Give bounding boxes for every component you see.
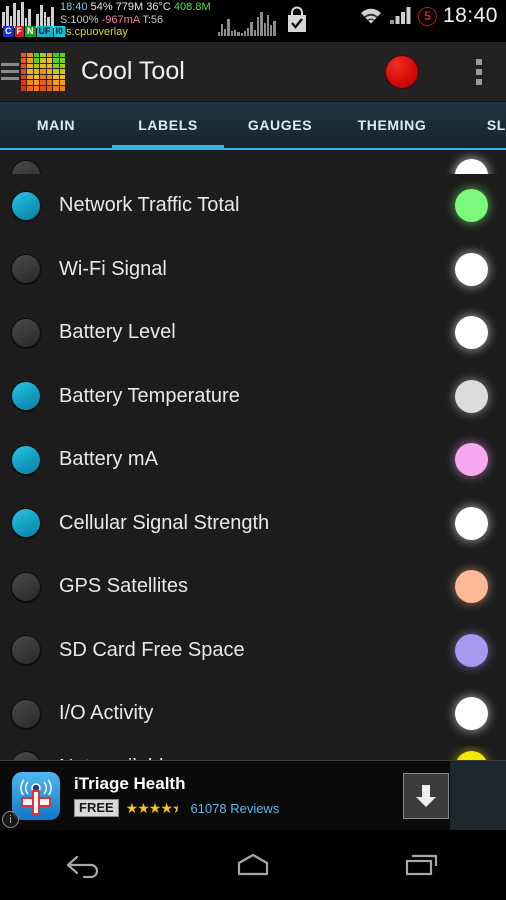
badge-c: C	[3, 26, 14, 37]
tab-sliders[interactable]: SLID	[448, 102, 506, 148]
table-row[interactable]: Battery Temperature	[0, 365, 506, 429]
tab-theming[interactable]: THEMING	[336, 102, 448, 148]
ad-text: iTriage Health FREE ★★★★ ★ 61078 Reviews	[74, 774, 279, 817]
row-label: Battery Temperature	[59, 384, 240, 407]
ad-info-icon[interactable]: i	[2, 811, 19, 828]
android-nav-bar	[0, 830, 506, 900]
ad-rating-half-star: ★	[171, 799, 184, 816]
row-toggle-icon[interactable]	[11, 317, 41, 348]
overlay-soc: S:100%	[60, 13, 99, 26]
row-color-swatch[interactable]	[455, 159, 488, 174]
phone-screen: 18:40 54% 779M 36°C 408.8M S:100% -967mA…	[0, 0, 506, 900]
download-arrow-icon[interactable]	[403, 772, 449, 819]
row-toggle-icon[interactable]	[11, 635, 41, 666]
table-row[interactable]: Wi-Fi Signal	[0, 238, 506, 302]
row-color-swatch[interactable]	[455, 506, 488, 540]
overlay-temp2: T:56	[142, 13, 164, 26]
row-color-swatch[interactable]	[455, 570, 488, 604]
hamburger-menu-icon[interactable]	[1, 63, 19, 80]
overlay-mem: 779M	[115, 1, 144, 13]
alarm-count-badge: 5	[417, 6, 437, 26]
row-label: Battery Level	[59, 321, 176, 344]
overlay-net: 408.8M	[173, 1, 211, 13]
row-toggle-icon[interactable]	[11, 381, 41, 412]
row-toggle-icon[interactable]	[11, 571, 41, 602]
ad-title: iTriage Health	[74, 774, 186, 793]
row-toggle-icon[interactable]	[11, 698, 41, 729]
record-button[interactable]	[385, 54, 419, 89]
row-color-swatch[interactable]	[455, 443, 488, 477]
row-label: SD Card Free Space	[59, 638, 245, 661]
row-toggle-icon[interactable]	[11, 160, 41, 174]
row-color-swatch[interactable]	[455, 252, 488, 286]
row-color-swatch[interactable]	[455, 633, 488, 667]
back-icon[interactable]	[39, 840, 129, 890]
row-label: Battery mA	[59, 448, 158, 471]
row-color-swatch[interactable]	[455, 189, 488, 223]
wifi-icon	[360, 8, 381, 24]
overlay-package: ds.cpuoverlay	[60, 26, 128, 38]
row-toggle-icon[interactable]	[11, 444, 41, 475]
table-row[interactable]: Battery Level	[0, 301, 506, 365]
cpu-overlay-text: 18:40 54% 779M 36°C 408.8M S:100% -967mA…	[60, 1, 211, 39]
equalizer-app-icon[interactable]	[21, 52, 65, 91]
cpu-mini-graph-icon	[217, 12, 276, 36]
status-bar-clock: 18:40	[442, 4, 498, 27]
play-store-bag-icon	[284, 6, 310, 39]
labels-list[interactable]: Network Traffic Total Wi-Fi Signal Batte…	[0, 150, 506, 770]
row-label: I/O Activity	[59, 702, 154, 725]
table-row[interactable]: Cellular Signal Strength	[0, 492, 506, 556]
row-label: GPS Satellites	[59, 575, 188, 598]
table-row[interactable]: Network Traffic Total	[0, 174, 506, 238]
ad-banner[interactable]: iTriage Health FREE ★★★★ ★ 61078 Reviews…	[0, 760, 506, 830]
ad-content[interactable]: iTriage Health FREE ★★★★ ★ 61078 Reviews	[0, 761, 450, 830]
table-row[interactable]: GPS Satellites	[0, 555, 506, 619]
tab-labels[interactable]: LABELS	[112, 102, 224, 148]
row-color-swatch[interactable]	[455, 379, 488, 413]
overlay-battery: 54%	[90, 1, 113, 13]
overlay-temp: 36°C	[146, 1, 171, 13]
overlay-current: -967mA	[101, 13, 140, 26]
badge-i0: I0	[53, 26, 66, 37]
ad-rating-stars: ★★★★	[125, 799, 173, 816]
cpu-overlay-badges: C F N UF I0	[3, 26, 66, 37]
row-toggle-icon[interactable]	[11, 190, 41, 221]
tab-main[interactable]: MAIN	[0, 102, 112, 148]
row-label: Network Traffic Total	[59, 194, 240, 217]
row-toggle-icon[interactable]	[11, 254, 41, 285]
row-label: Cellular Signal Strength	[59, 511, 270, 534]
row-label: Wi-Fi Signal	[59, 257, 167, 280]
row-color-swatch[interactable]	[455, 697, 488, 731]
table-row[interactable]: I/O Activity	[0, 682, 506, 746]
ad-price-badge: FREE	[74, 799, 119, 817]
ad-subline: FREE ★★★★ ★ 61078 Reviews	[74, 799, 279, 817]
app-bar: Cool Tool	[0, 42, 506, 102]
table-row[interactable]: Battery mA	[0, 428, 506, 492]
row-color-swatch[interactable]	[455, 316, 488, 350]
cellular-signal-icon	[389, 7, 411, 24]
home-icon[interactable]	[208, 840, 298, 890]
badge-f: F	[14, 26, 24, 37]
badge-n: N	[25, 26, 36, 37]
ad-right-filler	[450, 761, 506, 830]
badge-uf: UF	[36, 26, 53, 37]
table-row[interactable]: SD Card Free Space	[0, 619, 506, 683]
cpu-history-bars-icon	[2, 2, 54, 28]
row-toggle-icon[interactable]	[11, 508, 41, 539]
overlay-time: 18:40	[60, 1, 88, 13]
medical-cross-v	[32, 789, 40, 815]
status-bar: 18:40 54% 779M 36°C 408.8M S:100% -967mA…	[0, 0, 506, 42]
tab-gauges[interactable]: GAUGES	[224, 102, 336, 148]
page-title: Cool Tool	[81, 57, 185, 85]
status-bar-right: 5 18:40	[358, 4, 498, 28]
recents-icon[interactable]	[377, 840, 467, 890]
overflow-menu-icon[interactable]	[476, 58, 482, 85]
table-row[interactable]	[0, 150, 506, 174]
itriage-health-icon	[12, 771, 60, 820]
ad-review-count: 61078 Reviews	[190, 800, 280, 816]
tab-bar: MAIN LABELS GAUGES THEMING SLID	[0, 102, 506, 150]
